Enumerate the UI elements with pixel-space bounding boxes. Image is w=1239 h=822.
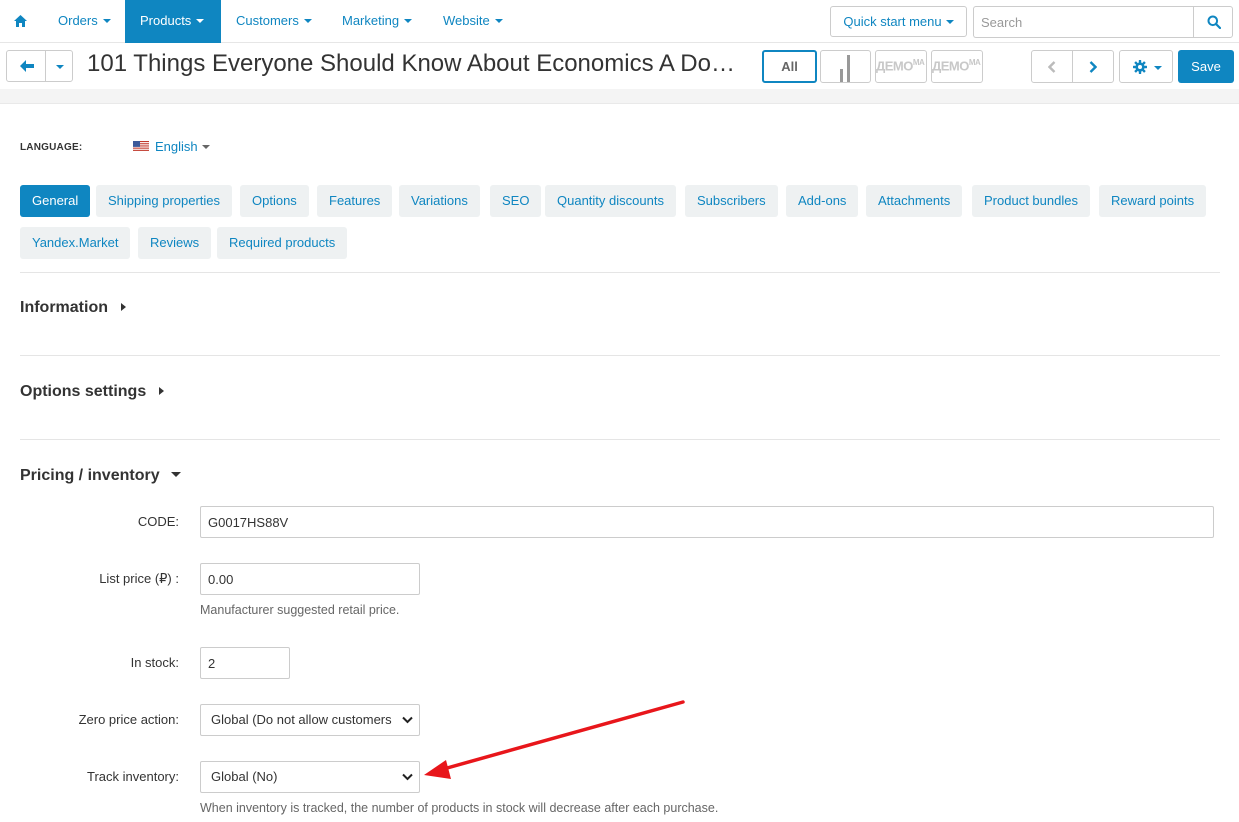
nav-customers[interactable]: Customers xyxy=(236,0,312,43)
tab-quantity-discounts[interactable]: Quantity discounts xyxy=(545,185,676,217)
track-inventory-select[interactable]: Global (No) xyxy=(200,761,420,793)
storefront-button-demo-2[interactable]: ДЕМОMA xyxy=(931,50,983,83)
tab-general[interactable]: General xyxy=(20,185,91,217)
tab-subscribers[interactable]: Subscribers xyxy=(685,185,778,217)
section-options-settings-toggle[interactable]: Options settings xyxy=(20,383,165,401)
caret-down-icon xyxy=(945,19,954,24)
zero-price-action-select[interactable]: Global (Do not allow customers xyxy=(200,704,420,736)
zero-price-action-label: Zero price action: xyxy=(78,712,179,727)
quick-start-menu-button[interactable]: Quick start menu xyxy=(830,6,967,37)
tab-shipping-properties[interactable]: Shipping properties xyxy=(96,185,233,217)
caret-down-icon xyxy=(170,472,181,478)
arrow-left-icon xyxy=(20,60,34,72)
back-dropdown-button[interactable] xyxy=(45,50,73,82)
section-divider xyxy=(20,439,1220,440)
tab-reward-points[interactable]: Reward points xyxy=(1099,185,1207,217)
in-stock-field[interactable] xyxy=(200,647,290,679)
save-button[interactable]: Save xyxy=(1178,50,1234,83)
nav-marketing[interactable]: Marketing xyxy=(342,0,413,43)
chevron-down-icon xyxy=(402,773,413,781)
storefront-button-chart[interactable] xyxy=(820,50,871,83)
storefront-all-button[interactable]: All xyxy=(762,50,817,83)
tab-required-products[interactable]: Required products xyxy=(217,227,348,259)
page-title: 101 Things Everyone Should Know About Ec… xyxy=(87,50,747,77)
track-inventory-label: Track inventory: xyxy=(87,769,179,784)
code-label: CODE: xyxy=(137,514,179,529)
bar-icon xyxy=(847,55,850,82)
chevron-right-icon xyxy=(1089,61,1097,73)
search-icon xyxy=(1207,15,1221,29)
top-navigation: Orders Products Customers Marketing Webs… xyxy=(0,0,1239,43)
tab-options[interactable]: Options xyxy=(240,185,309,217)
annotation-arrow xyxy=(424,700,685,779)
previous-product-button[interactable] xyxy=(1031,50,1073,83)
tab-yandex-market[interactable]: Yandex.Market xyxy=(20,227,131,259)
caret-down-icon xyxy=(196,18,205,23)
tab-seo[interactable]: SEO xyxy=(490,185,542,217)
caret-right-icon xyxy=(159,386,165,395)
nav-website[interactable]: Website xyxy=(443,0,503,43)
caret-right-icon xyxy=(121,302,126,311)
list-price-help: Manufacturer suggested retail price. xyxy=(200,603,400,617)
next-product-button[interactable] xyxy=(1072,50,1114,83)
section-pricing-inventory-toggle[interactable]: Pricing / inventory xyxy=(20,467,181,485)
chevron-left-icon xyxy=(1048,61,1056,73)
tab-variations[interactable]: Variations xyxy=(399,185,480,217)
gear-icon xyxy=(1133,60,1147,74)
code-field[interactable] xyxy=(200,506,1214,538)
tabs-divider xyxy=(20,272,1220,273)
home-icon xyxy=(14,13,27,28)
tab-features[interactable]: Features xyxy=(317,185,393,217)
language-selector[interactable]: English xyxy=(133,139,210,154)
title-bar: 101 Things Everyone Should Know About Ec… xyxy=(0,43,1239,89)
section-divider xyxy=(20,355,1220,356)
back-button[interactable] xyxy=(6,50,46,82)
caret-down-icon xyxy=(303,18,312,23)
list-price-field[interactable] xyxy=(200,563,420,595)
us-flag-icon xyxy=(133,141,149,153)
search-button[interactable] xyxy=(1193,6,1233,38)
nav-products[interactable]: Products xyxy=(125,0,221,43)
chevron-down-icon xyxy=(402,716,413,724)
caret-down-icon xyxy=(56,65,64,69)
caret-down-icon xyxy=(1154,66,1162,70)
bar-icon xyxy=(840,69,843,82)
tab-add-ons[interactable]: Add-ons xyxy=(786,185,859,217)
tab-attachments[interactable]: Attachments xyxy=(866,185,963,217)
list-price-label: List price (₽) : xyxy=(99,571,179,586)
storefront-button-demo-1[interactable]: ДЕМОMA xyxy=(875,50,927,83)
nav-orders[interactable]: Orders xyxy=(58,0,111,43)
section-information-toggle[interactable]: Information xyxy=(20,299,126,317)
caret-down-icon xyxy=(102,18,111,23)
storefront-logo: ДЕМОMA xyxy=(876,58,925,74)
content-separator xyxy=(0,89,1239,103)
settings-dropdown-button[interactable] xyxy=(1119,50,1173,83)
caret-down-icon xyxy=(404,18,413,23)
language-label: LANGUAGE: xyxy=(20,142,83,153)
search-input[interactable] xyxy=(973,6,1194,38)
tab-reviews[interactable]: Reviews xyxy=(138,227,212,259)
caret-down-icon xyxy=(494,18,503,23)
storefront-logo: ДЕМОMA xyxy=(932,58,981,74)
content-top-border xyxy=(0,103,1239,104)
tab-product-bundles[interactable]: Product bundles xyxy=(972,185,1090,217)
caret-down-icon xyxy=(201,144,210,149)
track-inventory-help: When inventory is tracked, the number of… xyxy=(200,801,719,815)
nav-home[interactable] xyxy=(0,0,41,43)
in-stock-label: In stock: xyxy=(130,655,179,670)
